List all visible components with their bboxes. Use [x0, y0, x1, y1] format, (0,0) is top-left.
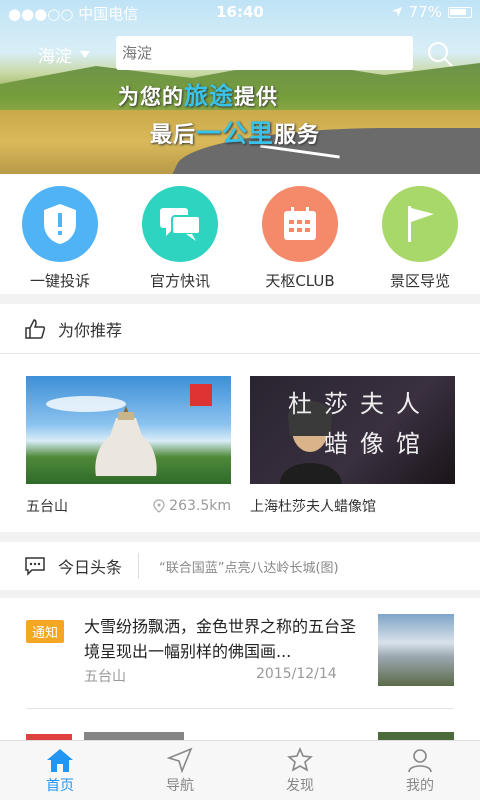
complaint-icon: [22, 186, 98, 262]
action-scenic-guide[interactable]: 景区导览: [365, 186, 475, 291]
tab-bar: 首页 导航 发现 我的: [0, 740, 480, 800]
location-arrow-icon: [391, 7, 402, 17]
tab-discover[interactable]: 发现: [240, 741, 360, 800]
news-headline-partial: [84, 732, 184, 740]
user-icon: [408, 749, 432, 773]
location-pin-icon: [153, 499, 165, 513]
city-label: 海淀: [38, 47, 72, 67]
tab-navigation[interactable]: 导航: [120, 741, 240, 800]
battery-percent: 77%: [408, 3, 442, 21]
star-icon: [287, 747, 313, 772]
distance-value: 263.5km: [169, 498, 231, 514]
news-thumbnail[interactable]: [378, 614, 454, 686]
action-label: 官方快讯: [149, 272, 210, 290]
action-club[interactable]: 天枢CLUB: [245, 186, 355, 291]
madame-tussauds-image: 杜莎夫人蜡像馆: [250, 376, 455, 484]
distance: 263.5km: [153, 498, 231, 514]
headline-ticker[interactable]: “联合国蓝”点亮八达岭长城(图): [159, 557, 339, 576]
wutaishan-image: [26, 376, 231, 484]
news-headline[interactable]: 大雪纷扬飘洒，金色世界之称的五台圣境呈现出一幅别样的佛国画...: [84, 614, 360, 664]
tab-label: 发现: [286, 778, 314, 794]
action-complaint[interactable]: 一键投诉: [5, 186, 115, 291]
navigation-arrow-icon: [166, 747, 193, 773]
quick-actions: 一键投诉 官方快讯 天枢CLUB 景区导览: [0, 174, 480, 294]
card-title: 五台山: [26, 499, 68, 515]
card-madame-tussauds[interactable]: 杜莎夫人蜡像馆 上海杜莎夫人蜡像馆: [250, 376, 455, 516]
search-input[interactable]: [116, 36, 413, 70]
action-label: 一键投诉: [29, 272, 90, 290]
headlines-header: 今日头条 “联合国蓝”点亮八达岭长城(图): [0, 542, 480, 590]
home-icon: [47, 749, 73, 772]
tab-label: 我的: [406, 778, 434, 794]
headlines-title: 今日头条: [58, 558, 123, 577]
action-label: 天枢CLUB: [265, 272, 335, 290]
flag-icon: [382, 186, 458, 262]
status-bar: ●●●○○ 中国电信 16:40 77%: [0, 0, 480, 26]
search-icon[interactable]: [426, 40, 454, 68]
recommend-header: 为你推荐: [0, 304, 480, 354]
news-tag: 通知: [26, 620, 65, 643]
divider: [138, 553, 140, 579]
caret-down-icon: [80, 50, 90, 58]
recommend-cards: 五台山 263.5km 杜莎夫人蜡像馆 上海杜莎夫人蜡像馆: [0, 354, 480, 532]
city-selector[interactable]: 海淀: [38, 42, 90, 67]
news-thumbnail-partial: [378, 732, 454, 740]
tab-label: 导航: [166, 778, 194, 794]
tab-home[interactable]: 首页: [0, 741, 120, 800]
news-divider: [26, 708, 454, 709]
calendar-icon: [262, 186, 338, 262]
chat-bubbles-icon: [142, 186, 218, 262]
message-icon: [25, 557, 45, 576]
status-right: 77%: [391, 3, 472, 21]
action-label: 景区导览: [389, 272, 450, 290]
banner-slogan-line2: 最后一公里服务: [150, 119, 321, 148]
battery-icon: [448, 6, 472, 18]
tab-profile[interactable]: 我的: [360, 741, 480, 800]
hero-banner[interactable]: 为您的旅途提供 最后一公里服务: [0, 0, 480, 174]
tab-label: 首页: [46, 778, 74, 794]
news-date: 2015/12/14: [256, 666, 337, 682]
madame-tussauds-sign-text: 杜莎夫人蜡像馆: [288, 390, 432, 458]
card-title: 上海杜莎夫人蜡像馆: [250, 499, 376, 515]
banner-slogan-line1: 为您的旅途提供: [118, 82, 278, 110]
action-news-flash[interactable]: 官方快讯: [125, 186, 235, 291]
news-list: 通知 大雪纷扬飘洒，金色世界之称的五台圣境呈现出一幅别样的佛国画... 五台山 …: [0, 598, 480, 740]
recommend-title: 为你推荐: [58, 320, 123, 340]
thumbs-up-icon: [25, 318, 46, 339]
news-place: 五台山: [84, 669, 126, 685]
card-wutaishan[interactable]: 五台山 263.5km: [26, 376, 231, 516]
